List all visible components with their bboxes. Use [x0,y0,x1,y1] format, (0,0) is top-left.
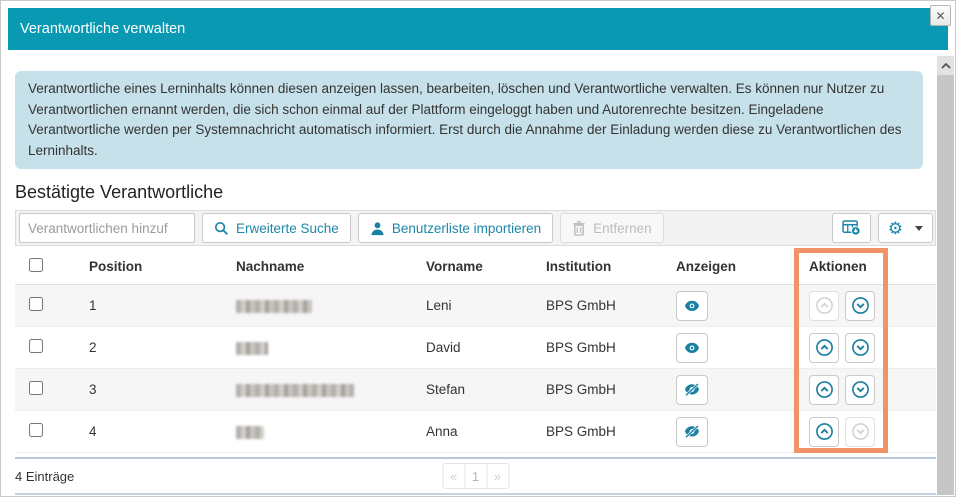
cell-institution: BPS GmbH [546,382,616,397]
table-row: 3 Stefan BPS GmbH [15,369,936,411]
trash-icon [572,220,586,236]
remove-button[interactable]: Entfernen [560,213,664,243]
move-down-button[interactable] [845,332,875,363]
move-up-button[interactable] [809,290,839,321]
footer-bottom-divider [15,493,936,495]
visibility-toggle-button[interactable] [676,332,708,363]
chevron-circle-down-icon [851,338,870,357]
table-header-row: Position Nachname Vorname Institution An… [15,248,936,285]
chevron-circle-down-icon [851,422,870,441]
column-header-anzeigen: Anzeigen [676,258,737,274]
table-toolbar: Erweiterte Suche Benutzerliste importier… [15,210,936,246]
modal-dialog: Verantwortliche verwalten ✕ Verantwortli… [0,0,956,497]
info-message: Verantwortliche eines Lerninhalts können… [15,71,923,169]
table-settings-button[interactable]: ⚙ [877,213,933,243]
chevron-circle-up-icon [815,380,834,399]
responsibles-table: Position Nachname Vorname Institution An… [15,248,936,453]
move-up-button[interactable] [809,374,839,405]
visibility-toggle-button[interactable] [676,374,708,405]
cell-nachname [221,424,411,439]
eye-icon [684,342,700,354]
cell-vorname: Stefan [426,382,466,397]
chevron-down-icon [915,225,923,231]
redacted-name [236,383,354,397]
row-checkbox[interactable] [29,381,43,395]
add-responsible-input[interactable] [19,213,195,243]
eye-slash-icon [684,383,700,396]
cell-position: 4 [89,424,97,439]
redacted-name [236,425,264,439]
chevron-circle-down-icon [851,296,870,315]
cell-vorname: Leni [426,298,452,313]
column-header-vorname: Vorname [426,258,483,274]
table-export-icon [842,220,861,236]
chevron-circle-up-icon [815,296,834,315]
column-header-aktionen: Aktionen [809,258,867,274]
export-table-button[interactable] [831,213,871,243]
dialog-title: Verantwortliche verwalten [20,21,186,37]
import-userlist-button[interactable]: Benutzerliste importieren [357,213,554,243]
column-header-nachname: Nachname [236,258,305,274]
advanced-search-label: Erweiterte Suche [236,220,339,236]
cell-institution: BPS GmbH [546,298,616,313]
cell-vorname: David [426,340,461,355]
move-up-button[interactable] [809,416,839,447]
select-all-checkbox[interactable] [29,257,43,272]
move-down-button[interactable] [845,374,875,405]
close-icon[interactable]: ✕ [930,5,951,26]
visibility-toggle-button[interactable] [676,416,708,447]
remove-label: Entfernen [593,220,652,236]
move-down-button[interactable] [845,290,875,321]
cell-position: 2 [89,340,97,355]
redacted-name [236,299,312,313]
cell-position: 3 [89,382,97,397]
search-icon [214,221,229,236]
eye-slash-icon [684,425,700,438]
import-userlist-label: Benutzerliste importieren [391,220,542,236]
pagination-prev-button[interactable]: « [442,463,465,489]
dialog-titlebar: Verantwortliche verwalten [8,8,948,50]
chevron-circle-up-icon [815,338,834,357]
column-header-institution: Institution [546,258,612,274]
advanced-search-button[interactable]: Erweiterte Suche [202,213,351,243]
column-header-position: Position [89,258,143,274]
chevron-circle-up-icon [815,422,834,441]
table-row: 4 Anna BPS GmbH [15,411,936,453]
section-title: Bestätigte Verantwortliche [15,182,224,202]
pagination-next-button[interactable]: » [486,463,509,489]
user-icon [370,221,385,236]
redacted-name [236,341,268,355]
cell-nachname [221,382,411,397]
row-checkbox[interactable] [29,423,43,437]
row-checkbox[interactable] [29,339,43,353]
pagination: « 1 » [442,463,509,489]
gear-icon: ⚙ [887,218,903,238]
table-footer: 4 Einträge « 1 » [15,459,936,493]
cell-position: 1 [89,298,97,313]
eye-icon [684,300,700,312]
row-checkbox[interactable] [29,297,43,311]
entry-count: 4 Einträge [15,468,75,484]
move-up-button[interactable] [809,332,839,363]
cell-institution: BPS GmbH [546,424,616,439]
visibility-toggle-button[interactable] [676,290,708,321]
pagination-page-1[interactable]: 1 [464,463,487,489]
cell-nachname [221,340,411,355]
scroll-up-icon[interactable] [937,56,954,75]
cell-vorname: Anna [426,424,458,439]
table-row: 2 David BPS GmbH [15,327,936,369]
cell-nachname [221,298,411,313]
vertical-scrollbar[interactable] [937,56,954,495]
chevron-circle-down-icon [851,380,870,399]
cell-institution: BPS GmbH [546,340,616,355]
table-row: 1 Leni BPS GmbH [15,285,936,327]
move-down-button[interactable] [845,416,875,447]
